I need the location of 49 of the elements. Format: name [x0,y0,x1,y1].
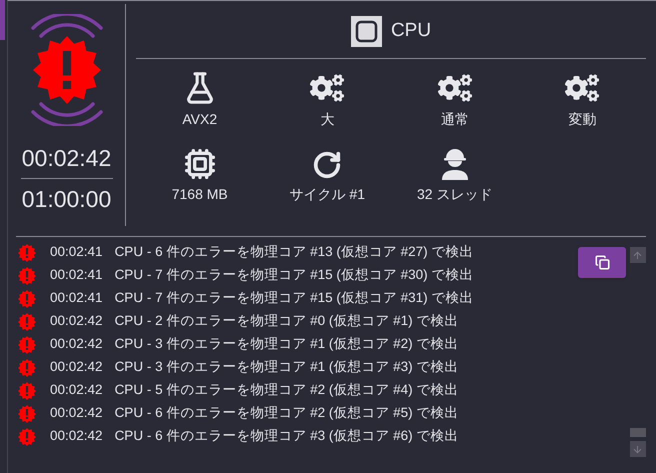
device-title: CPU [390,18,432,43]
log-time: 00:02:41 [50,289,103,308]
log-message: CPU - 3 件のエラーを物理コア #1 (仮想コア #2) で検出 [114,335,458,354]
log-time: 00:02:42 [50,312,103,330]
log-message: CPU - 6 件のエラーを物理コア #3 (仮想コア #6) で検出 [114,427,458,446]
log-message: CPU - 2 件のエラーを物理コア #0 (仮想コア #1) で検出 [114,312,458,330]
stat-label: サイクル #1 [290,185,365,204]
stat-label: 変動 [568,110,596,129]
error-icon [18,290,36,308]
copy-icon [594,255,610,270]
log-message: CPU - 6 件のエラーを物理コア #2 (仮想コア #5) で検出 [114,404,458,422]
log-time: 00:02:42 [50,381,103,400]
error-icon [18,266,36,284]
log-message: CPU - 6 件のエラーを物理コア #13 (仮想コア #27) で検出 [114,243,474,262]
time-limit: 01:00:00 [22,185,112,213]
accent-bar [0,0,5,40]
chip-icon [184,148,216,180]
log-message: CPU - 7 件のエラーを物理コア #15 (仮想コア #31) で検出 [114,289,474,308]
log-time: 00:02:41 [50,266,103,284]
error-icon [18,336,36,354]
stat-label: 大 [320,110,334,129]
log-time: 00:02:42 [50,427,103,446]
stat-label: 通常 [440,110,469,129]
error-icon [18,312,36,330]
stat-label: AVX2 [182,110,218,129]
scroll-thumb[interactable] [630,428,646,437]
error-icon [18,382,36,400]
elapsed-time: 00:02:42 [22,144,112,172]
copy-button[interactable] [578,247,626,278]
arrow-down-icon [632,444,643,454]
log-time: 00:02:42 [50,358,103,376]
log-message: CPU - 7 件のエラーを物理コア #15 (仮想コア #30) で検出 [114,266,474,284]
scroll-down-button[interactable] [630,441,646,457]
error-icon [18,404,36,422]
worker-icon [440,148,470,180]
scroll-up-button[interactable] [630,247,646,263]
log-time: 00:02:42 [50,335,103,354]
log-time: 00:02:41 [50,243,103,262]
error-icon [18,358,36,376]
stat-label: 32 スレッド [417,185,492,204]
refresh-icon [312,150,342,180]
log-time: 00:02:42 [50,404,103,422]
square-icon [350,16,382,46]
log-message: CPU - 5 件のエラーを物理コア #2 (仮想コア #4) で検出 [114,381,458,400]
error-icon [18,244,36,262]
stat-label: 7168 MB [172,185,228,204]
error-icon [18,428,36,446]
arrow-up-icon [632,250,643,260]
log-message: CPU - 3 件のエラーを物理コア #1 (仮想コア #3) で検出 [114,358,458,376]
